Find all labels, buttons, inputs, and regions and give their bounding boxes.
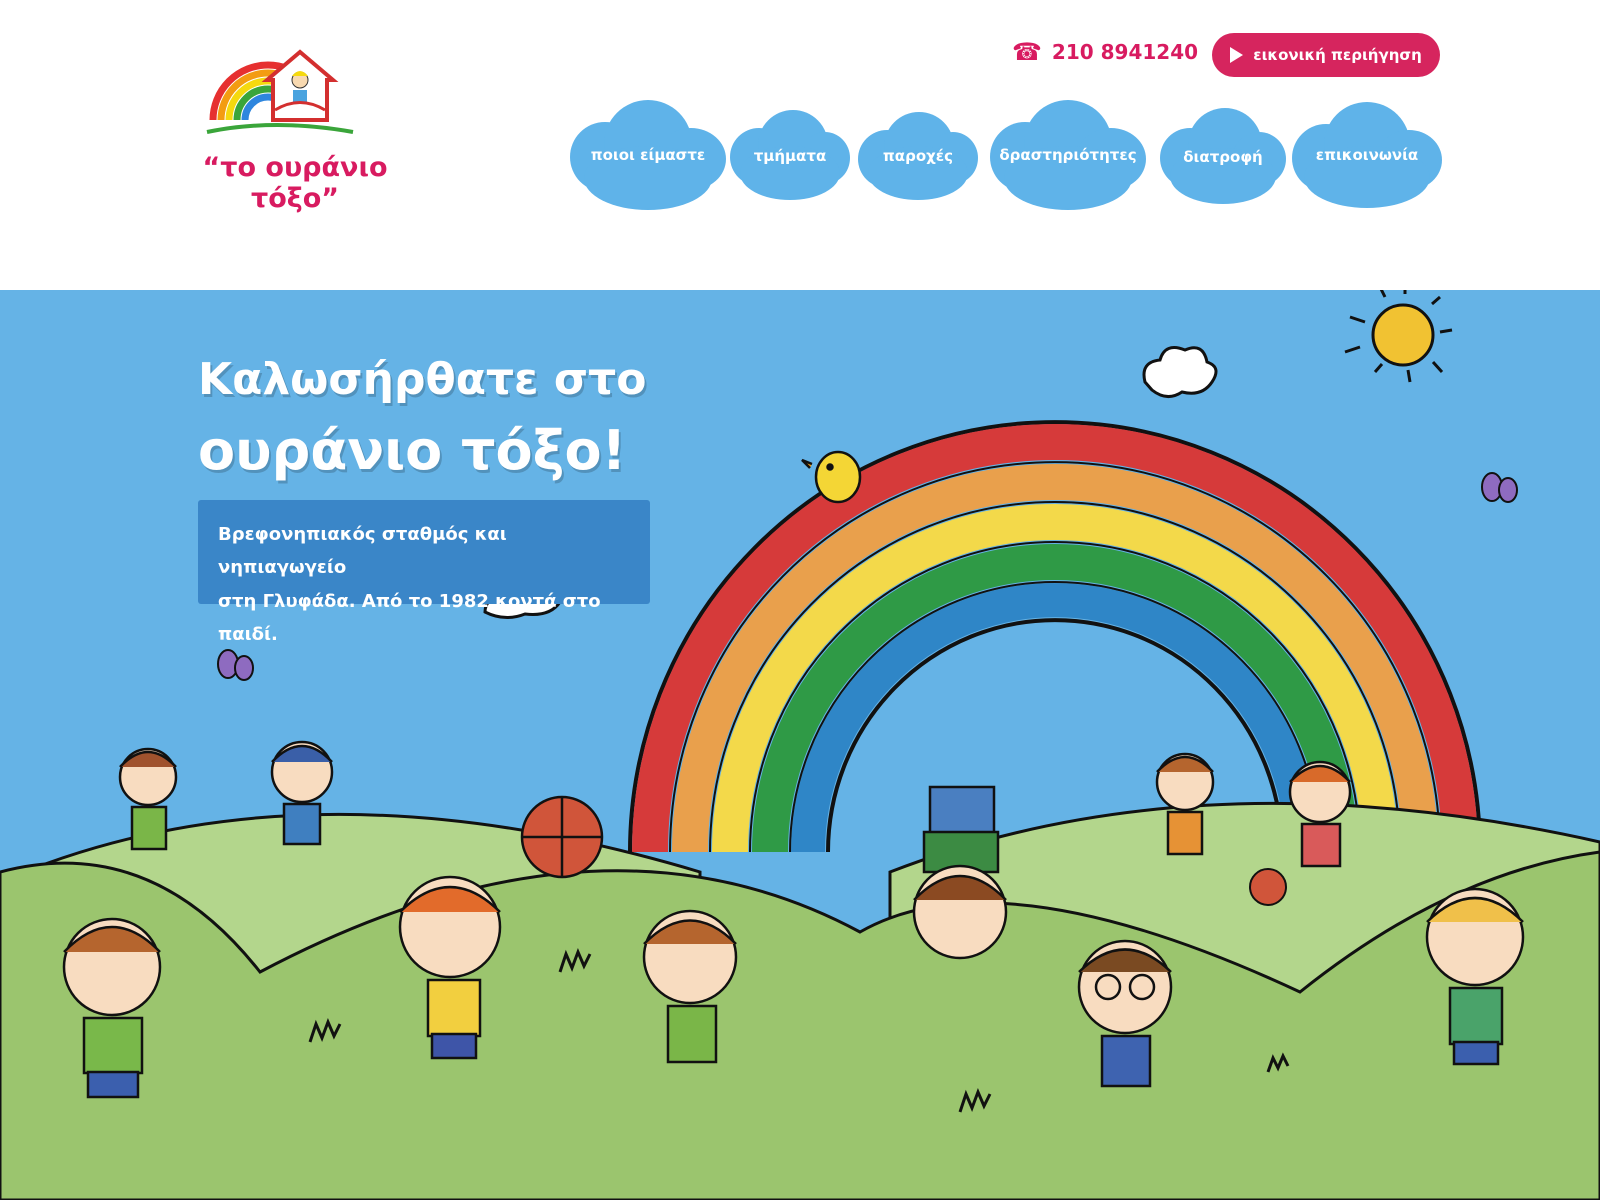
logo-wordmark: “το ουράνιο τόξο”	[202, 152, 388, 214]
nav-item-label: επικοινωνία	[1315, 146, 1419, 164]
hero-subtitle-line2: στη Γλυφάδα. Από το 1982 κοντά στο παιδί…	[218, 590, 601, 645]
hero-subtitle-box: Βρεφονηπιακός σταθμός και νηπιαγωγείο στ…	[198, 500, 650, 645]
rainbow-icon	[628, 420, 1482, 853]
rainbow-house-logo-icon	[206, 49, 354, 134]
nav-item-activities[interactable]: δραστηριότητες	[990, 100, 1146, 212]
child-figure	[912, 785, 1008, 960]
nav-item-label: τμήματα	[753, 147, 827, 165]
nav-item-label: ποιοι είμαστε	[590, 146, 706, 164]
site-header: “το ουράνιο τόξο” ☎ 210 8941240 εικονική…	[0, 0, 1600, 290]
butterfly-icon	[217, 649, 254, 681]
nav-item-label: δραστηριότητες	[999, 146, 1137, 164]
virtual-tour-label: εικονική περιήγηση	[1253, 46, 1422, 64]
butterfly-icon	[1481, 472, 1518, 503]
phone-contact[interactable]: ☎ 210 8941240	[1012, 40, 1198, 64]
ball-icon	[1249, 868, 1287, 906]
sun-icon	[1344, 282, 1453, 383]
nav-item-contact[interactable]: επικοινωνία	[1292, 102, 1442, 210]
nav-item-label: διατροφή	[1183, 148, 1263, 166]
bird-icon	[801, 450, 862, 504]
hero-section: Καλωσήρθατε στο ουράνιο τόξο! Βρεφονηπια…	[0, 232, 1600, 1200]
nav-item-services[interactable]: παροχές	[858, 112, 978, 200]
ball-icon	[520, 795, 604, 879]
hero-title-line1: Καλωσήρθατε στο	[198, 354, 647, 406]
phone-number: 210 8941240	[1051, 40, 1199, 64]
hero-title: Καλωσήρθατε στο ουράνιο τόξο!	[198, 351, 646, 487]
small-cloud-icon	[1142, 346, 1218, 398]
site-logo[interactable]: “το ουράνιο τόξο”	[150, 36, 430, 214]
hero-title-line2: ουράνιο τόξο!	[198, 418, 627, 482]
nav-item-about[interactable]: ποιοι είμαστε	[570, 100, 726, 212]
nav-item-classes[interactable]: τμήματα	[730, 110, 850, 200]
nav-item-nutrition[interactable]: διατροφή	[1160, 108, 1286, 204]
hero-subtitle-line1: Βρεφονηπιακός σταθμός και νηπιαγωγείο	[218, 524, 507, 579]
virtual-tour-button[interactable]: εικονική περιήγηση	[1212, 33, 1440, 77]
phone-icon: ☎	[1012, 38, 1042, 66]
play-icon	[1230, 47, 1244, 63]
nav-item-label: παροχές	[882, 147, 954, 165]
